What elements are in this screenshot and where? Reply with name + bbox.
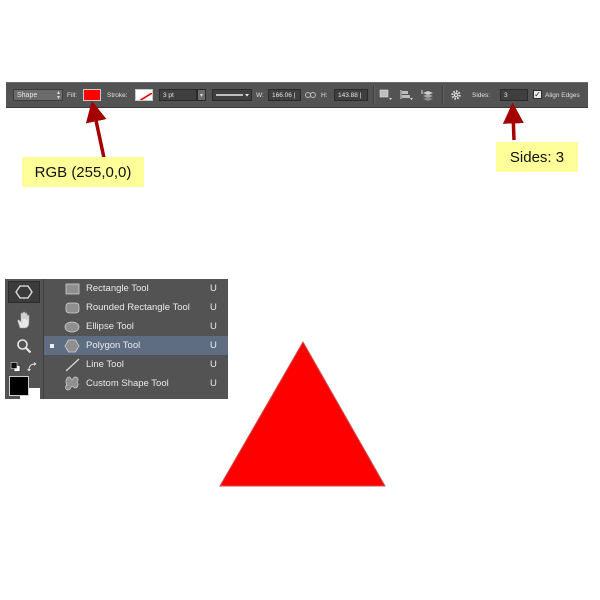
red-triangle-shape: [219, 340, 386, 487]
canvas-drawing: [219, 340, 386, 487]
